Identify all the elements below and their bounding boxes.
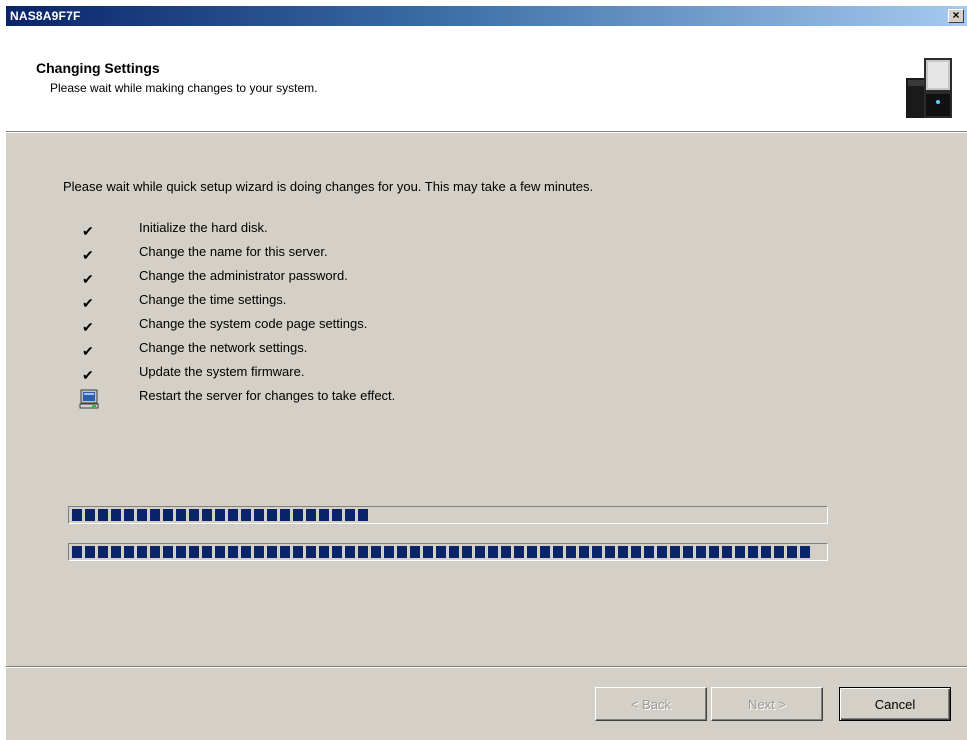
step-item: ✔ Change the network settings.	[76, 340, 776, 364]
checkmark-icon: ✔	[82, 319, 94, 335]
window-title: NAS8A9F7F	[10, 9, 81, 23]
step-label: Change the system code page settings.	[139, 316, 368, 331]
step-item: ✔ Change the time settings.	[76, 292, 776, 316]
checkmark-icon: ✔	[82, 367, 94, 383]
step-label: Change the network settings.	[139, 340, 308, 355]
title-bar[interactable]: NAS8A9F7F ×	[6, 6, 967, 26]
cancel-button[interactable]: Cancel	[839, 687, 951, 721]
step-progress-bar	[68, 506, 828, 524]
step-label: Update the system firmware.	[139, 364, 305, 379]
computer-icon	[79, 389, 99, 409]
step-label: Change the name for this server.	[139, 244, 328, 259]
step-progress-fill	[72, 509, 368, 521]
overall-progress-fill	[72, 546, 810, 558]
nas-server-icon	[906, 58, 952, 118]
step-label: Restart the server for changes to take e…	[139, 388, 396, 403]
intro-text: Please wait while quick setup wizard is …	[63, 179, 594, 194]
checkmark-icon: ✔	[82, 247, 94, 263]
step-label: Change the administrator password.	[139, 268, 348, 283]
step-item: ✔ Update the system firmware.	[76, 364, 776, 388]
step-label: Change the time settings.	[139, 292, 287, 307]
overall-progress-bar	[68, 543, 828, 561]
wizard-window: NAS8A9F7F × Changing Settings Please wai…	[5, 5, 967, 740]
page-subtitle: Please wait while making changes to your…	[50, 81, 318, 95]
steps-list: ✔ Initialize the hard disk. ✔ Change the…	[76, 220, 776, 412]
step-label: Initialize the hard disk.	[139, 220, 268, 235]
checkmark-icon: ✔	[82, 223, 94, 239]
wizard-header: Changing Settings Please wait while maki…	[6, 26, 967, 132]
step-item: ✔ Change the name for this server.	[76, 244, 776, 268]
checkmark-icon: ✔	[82, 295, 94, 311]
step-item: ✔ Change the administrator password.	[76, 268, 776, 292]
step-item: ✔ Initialize the hard disk.	[76, 220, 776, 244]
footer-divider	[6, 666, 967, 668]
checkmark-icon: ✔	[82, 271, 94, 287]
page-title: Changing Settings	[36, 60, 160, 76]
next-button[interactable]: Next >	[711, 687, 823, 721]
step-item: ✔ Change the system code page settings.	[76, 316, 776, 340]
checkmark-icon: ✔	[82, 343, 94, 359]
step-item-current: Restart the server for changes to take e…	[76, 388, 776, 412]
close-button[interactable]: ×	[948, 9, 964, 23]
back-button[interactable]: < Back	[595, 687, 707, 721]
